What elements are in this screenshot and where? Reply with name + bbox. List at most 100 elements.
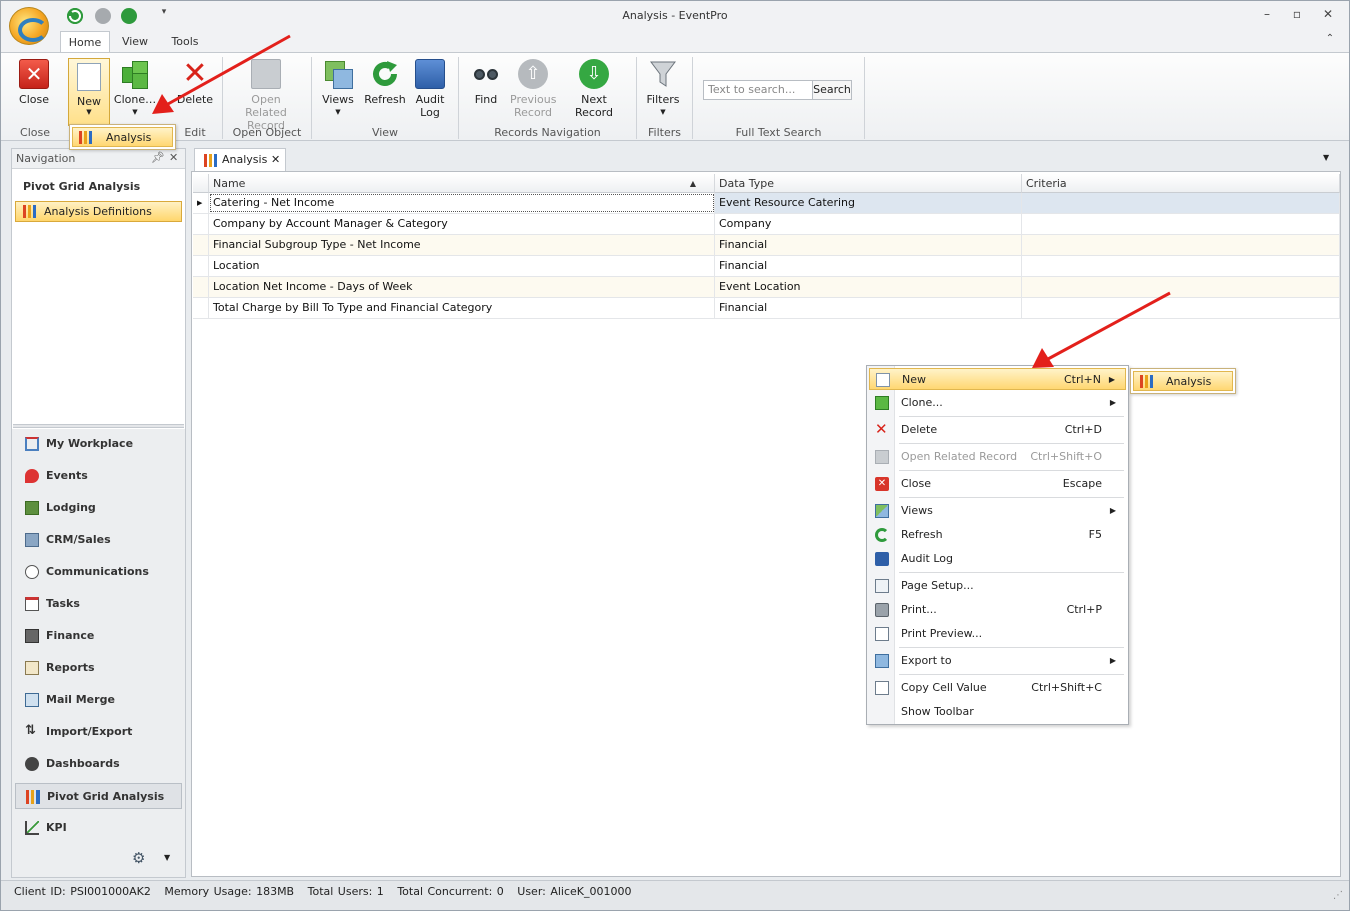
context-refresh[interactable]: Refresh F5 [869, 524, 1126, 546]
context-show-toolbar[interactable]: Show Toolbar [869, 701, 1126, 723]
qat-customize-icon[interactable]: ▾ [153, 7, 175, 25]
module-lodging[interactable]: Lodging [15, 495, 182, 521]
cell-name[interactable]: Company by Account Manager & Category [209, 214, 715, 234]
clone-icon [875, 396, 889, 410]
configure-buttons-icon[interactable]: ⚙ [132, 849, 145, 867]
cell-data-type[interactable]: Financial [715, 256, 1022, 276]
module-finance[interactable]: Finance [15, 623, 182, 649]
module-communications[interactable]: Communications [15, 559, 182, 585]
find-button[interactable]: Find [467, 59, 505, 106]
close-tab-icon[interactable]: ✕ [271, 149, 280, 171]
pin-icon[interactable]: 📌︎ [151, 151, 165, 164]
close-window-button[interactable]: ✕ [1317, 7, 1339, 25]
module-mail-merge[interactable]: Mail Merge [15, 687, 182, 713]
module-pivot-grid-analysis[interactable]: Pivot Grid Analysis [15, 783, 182, 809]
refresh-qat-icon[interactable] [67, 8, 83, 24]
context-export-to[interactable]: Export to ▶ [869, 650, 1126, 672]
ribbon-tabs: Home View Tools ⌃ [1, 31, 1349, 52]
module-my-workplace[interactable]: My Workplace [15, 431, 182, 457]
cell-data-type[interactable]: Event Resource Catering [715, 193, 1022, 213]
context-delete[interactable]: ✕ Delete Ctrl+D [869, 419, 1126, 441]
cell-name[interactable]: Location Net Income - Days of Week [209, 277, 715, 297]
tab-home[interactable]: Home [60, 31, 110, 52]
cell-data-type[interactable]: Event Location [715, 277, 1022, 297]
context-views[interactable]: Views ▶ [869, 500, 1126, 522]
table-row[interactable]: Location Financial [193, 256, 1340, 277]
navigation-splitter[interactable] [13, 424, 184, 428]
app-logo[interactable] [9, 7, 49, 45]
search-button[interactable]: Search [812, 80, 852, 100]
search-input[interactable]: Text to search... [703, 80, 813, 100]
close-button[interactable]: ✕ Close [13, 59, 55, 106]
context-new[interactable]: New Ctrl+N ▶ [869, 368, 1126, 390]
menu-shortcut: Ctrl+Shift+C [1031, 681, 1102, 694]
module-label: KPI [46, 821, 67, 834]
column-header-criteria[interactable]: Criteria [1022, 174, 1340, 193]
collapse-ribbon-icon[interactable]: ⌃ [1319, 33, 1341, 51]
column-header-data-type[interactable]: Data Type [715, 174, 1022, 193]
cell-name[interactable]: Financial Subgroup Type - Net Income [209, 235, 715, 255]
module-reports[interactable]: Reports [15, 655, 182, 681]
cell-criteria[interactable] [1022, 193, 1340, 213]
views-button[interactable]: Views ▼ [319, 59, 357, 119]
module-label: Communications [46, 565, 149, 578]
module-import-export[interactable]: ⇅ Import/Export [15, 719, 182, 745]
cell-criteria[interactable] [1022, 277, 1340, 297]
cell-data-type[interactable]: Financial [715, 298, 1022, 318]
open-related-record-button[interactable]: Open Related Record [229, 59, 303, 132]
cell-criteria[interactable] [1022, 214, 1340, 234]
previous-record-button[interactable]: ⇧ Previous Record [507, 59, 559, 119]
context-clone[interactable]: Clone... ▶ [869, 392, 1126, 414]
context-open-related-record[interactable]: Open Related Record Ctrl+Shift+O [869, 446, 1126, 468]
restore-button[interactable]: ▫ [1286, 7, 1308, 25]
delete-button[interactable]: ✕ Delete [173, 59, 217, 107]
cell-data-type[interactable]: Company [715, 214, 1022, 234]
back-qat-icon[interactable] [95, 8, 111, 24]
submenu-analysis-item[interactable]: Analysis [1133, 371, 1233, 391]
table-row[interactable]: ▶ Catering - Net Income Event Resource C… [193, 193, 1340, 214]
new-analysis-menu-item[interactable]: Analysis [72, 127, 173, 147]
context-close[interactable]: ✕ Close Escape [869, 473, 1126, 495]
document-tab-analysis[interactable]: Analysis ✕ [194, 148, 286, 171]
cell-criteria[interactable] [1022, 256, 1340, 276]
context-copy-cell-value[interactable]: Copy Cell Value Ctrl+Shift+C [869, 677, 1126, 699]
cell-name[interactable]: Total Charge by Bill To Type and Financi… [209, 298, 715, 318]
table-row[interactable]: Location Net Income - Days of Week Event… [193, 277, 1340, 298]
analysis-definitions-item[interactable]: Analysis Definitions [15, 201, 182, 222]
next-record-button[interactable]: ⇩ Next Record [561, 59, 627, 119]
cell-criteria[interactable] [1022, 235, 1340, 255]
clone-button[interactable]: Clone… ▼ [113, 59, 157, 119]
table-row[interactable]: Company by Account Manager & Category Co… [193, 214, 1340, 235]
column-header-name[interactable]: Name ▲ [209, 174, 715, 193]
configure-dropdown-icon[interactable]: ▼ [164, 853, 170, 862]
module-crm-sales[interactable]: CRM/Sales [15, 527, 182, 553]
save-qat-icon[interactable] [121, 8, 137, 24]
cell-name[interactable]: Location [209, 256, 715, 276]
close-pane-icon[interactable]: ✕ [169, 151, 178, 164]
module-label: Pivot Grid Analysis [47, 790, 165, 803]
module-events[interactable]: Events [15, 463, 182, 489]
cell-criteria[interactable] [1022, 298, 1340, 318]
new-button[interactable]: New ▼ [68, 58, 110, 126]
group-label-filters: Filters [648, 126, 681, 139]
table-row[interactable]: Financial Subgroup Type - Net Income Fin… [193, 235, 1340, 256]
cell-data-type[interactable]: Financial [715, 235, 1022, 255]
audit-log-button[interactable]: Audit Log [411, 59, 449, 119]
module-dashboards[interactable]: Dashboards [15, 751, 182, 777]
tab-tools[interactable]: Tools [163, 31, 207, 52]
context-audit-log[interactable]: Audit Log [869, 548, 1126, 570]
tab-list-dropdown-icon[interactable]: ▼ [1323, 153, 1329, 162]
filters-button[interactable]: Filters ▼ [643, 59, 683, 119]
module-label: Import/Export [46, 725, 133, 738]
cell-name[interactable]: Catering - Net Income [209, 193, 715, 213]
module-tasks[interactable]: Tasks [15, 591, 182, 617]
table-row[interactable]: Total Charge by Bill To Type and Financi… [193, 298, 1340, 319]
context-print-preview[interactable]: Print Preview... [869, 623, 1126, 645]
module-kpi[interactable]: KPI [15, 815, 182, 841]
context-page-setup[interactable]: Page Setup... [869, 575, 1126, 597]
tab-view[interactable]: View [114, 31, 156, 52]
resize-grip-icon[interactable]: ⋰ [1333, 885, 1343, 907]
context-print[interactable]: Print... Ctrl+P [869, 599, 1126, 621]
refresh-button[interactable]: Refresh [363, 59, 407, 106]
minimize-button[interactable]: – [1256, 7, 1278, 25]
